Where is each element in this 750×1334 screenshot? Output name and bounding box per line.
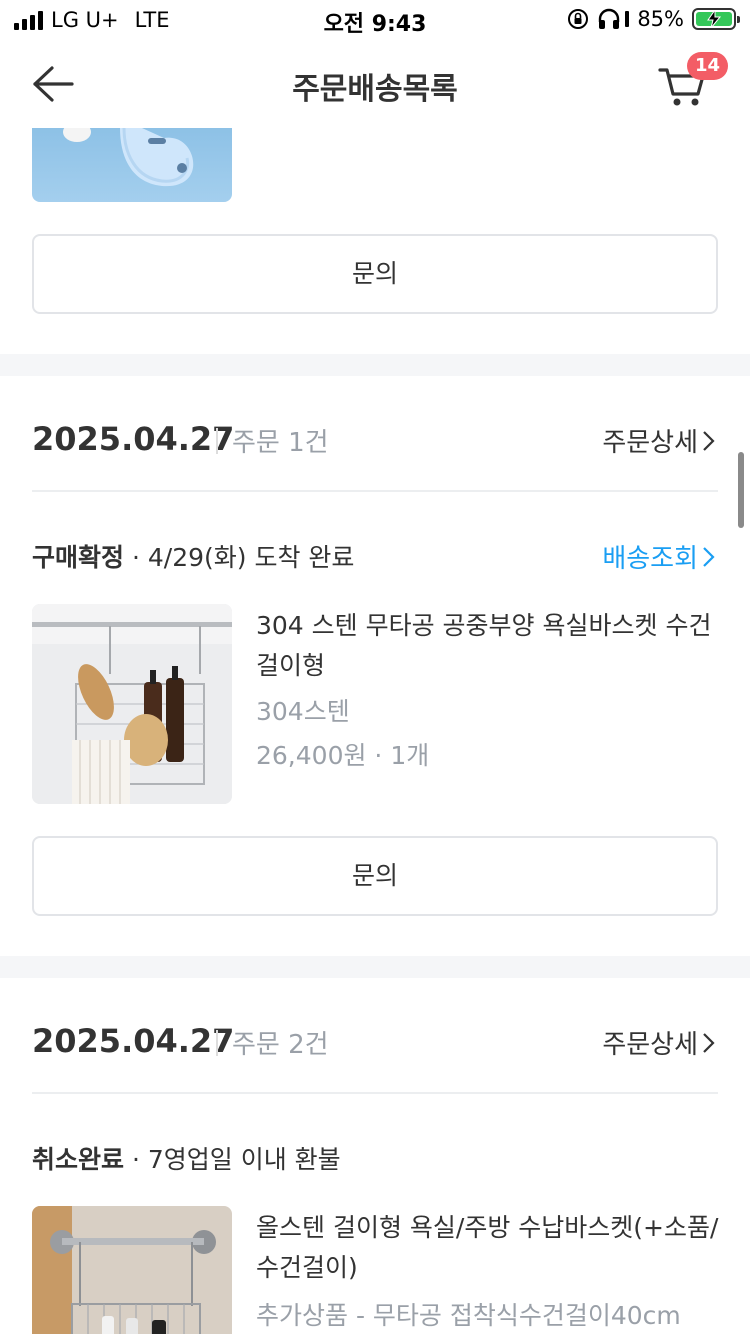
order-count: 주문 2건 [232, 1030, 329, 1060]
order-detail-label: 주문상세 [602, 1030, 698, 1060]
cart-count-badge: 14 [686, 52, 728, 80]
delivery-status: 취소완료 · 7영업일 이내 환불 [32, 1140, 341, 1176]
delivery-status: 구매확정 · 4/29(화) 도착 완료 [32, 538, 354, 574]
order-count: 주문 1건 [232, 428, 329, 458]
status-note: · 7영업일 이내 환불 [131, 1145, 341, 1174]
scrollbar[interactable] [738, 452, 744, 528]
product-image[interactable] [32, 128, 232, 202]
order-detail-link[interactable]: 주문상세 [602, 422, 716, 459]
section-divider [0, 354, 750, 376]
page-title: 주문배송목록 [292, 72, 458, 107]
battery-icon [692, 8, 740, 30]
product-image[interactable] [32, 1206, 232, 1334]
battery-percent: 85% [637, 7, 684, 31]
section-divider [0, 956, 750, 978]
status-label: 취소완료 [32, 1145, 125, 1174]
headphones-icon [599, 8, 620, 29]
product-option: 304스텐 [256, 697, 350, 726]
order-detail-label: 주문상세 [602, 428, 698, 458]
inquiry-button[interactable]: 문의 [32, 234, 718, 314]
status-right: 85% [567, 7, 740, 31]
status-note: · 4/29(화) 도착 완료 [131, 543, 355, 572]
order-list: 문의 2025.04.27 주문 1건 주문상세 구매확정 · 4/29(화) … [0, 128, 750, 1334]
product-option: 추가상품 - 무타공 접착식수건걸이40cm [256, 1301, 681, 1330]
product-price: 26,400원 · 1개 [256, 741, 430, 770]
product-photo [63, 128, 194, 187]
chevron-right-icon [703, 546, 715, 567]
inquiry-button[interactable]: 문의 [32, 836, 718, 916]
chevron-right-icon [703, 1032, 715, 1053]
track-delivery-label: 배송조회 [602, 544, 698, 574]
chevron-right-icon [703, 430, 715, 451]
order-divider [32, 490, 718, 492]
cart-button[interactable]: 14 [658, 52, 728, 114]
product-name[interactable]: 올스텐 걸이형 욕실/주방 수납바스켓(+소품/수건걸이) [256, 1208, 726, 1288]
charging-bolt-icon [707, 10, 722, 28]
rotation-lock-icon [568, 9, 589, 29]
product-photo [32, 1206, 232, 1334]
order-date: 2025.04.27 [32, 420, 235, 458]
product-image[interactable] [32, 604, 232, 804]
order-separator [216, 428, 218, 454]
audio-level-icon [625, 11, 630, 27]
status-label: 구매확정 [32, 543, 125, 572]
status-bar: LG U+ LTE 오전 9:43 85% [0, 0, 750, 44]
order-separator [216, 1030, 218, 1056]
app-header: 주문배송목록 14 [0, 44, 750, 128]
product-photo [32, 604, 232, 804]
track-delivery-link[interactable]: 배송조회 [602, 538, 716, 575]
order-detail-link[interactable]: 주문상세 [602, 1024, 716, 1061]
order-divider [32, 1092, 718, 1094]
order-date: 2025.04.27 [32, 1022, 235, 1060]
product-name[interactable]: 304 스텐 무타공 공중부양 욕실바스켓 수건걸이형 [256, 606, 726, 686]
